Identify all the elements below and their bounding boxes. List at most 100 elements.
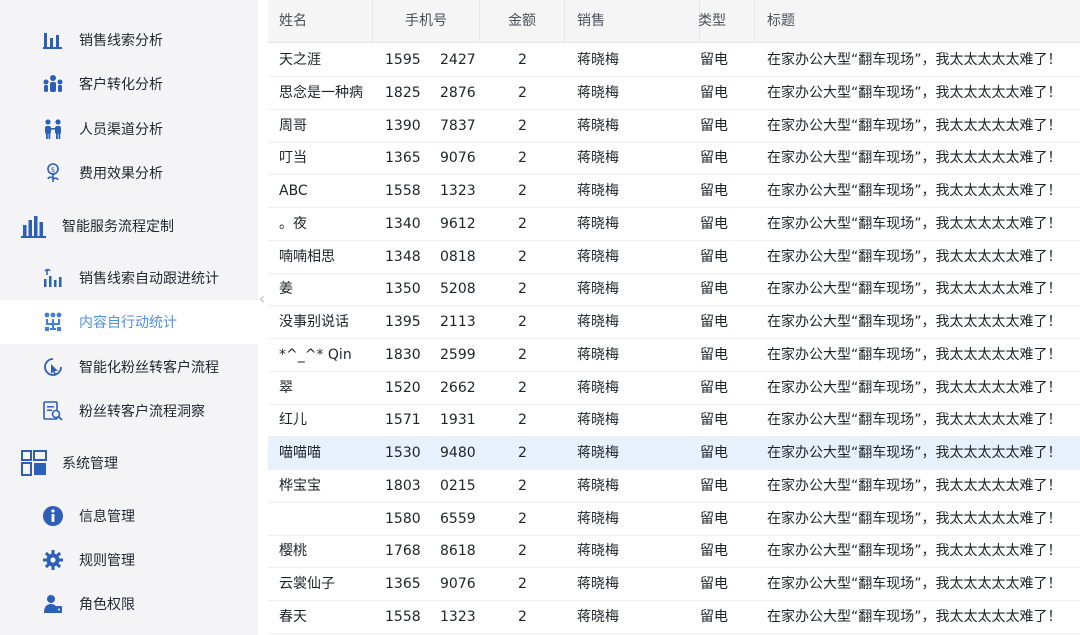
cell-phone-prefix: 1768	[385, 543, 421, 560]
sidebar-item-4[interactable]: $ 费用效果分析	[0, 151, 258, 195]
cell-name: 没事别说话	[279, 314, 349, 330]
cell-title: 在家办公大型“翻车现场”，我太太太太太难了！	[767, 412, 1062, 429]
cell-sales: 蒋晓梅	[577, 445, 619, 461]
data-table: 姓名 手机号 金额 销售 类型 标题 天之涯 1595 2427 2 蒋晓梅 留电 在家办公…	[268, 0, 1080, 635]
cell-type: 留电	[700, 150, 728, 167]
collapse-sidebar-handle[interactable]: ‹	[256, 288, 268, 310]
grid-layout-icon	[20, 449, 48, 477]
cell-sales: 蒋晓梅	[577, 248, 619, 265]
cell-amount: 2	[518, 183, 527, 199]
table-row[interactable]: 春天 1558 1323 2 蒋晓梅 留电 在家办公大型“翻车现场”，我太太太太太难了！	[268, 601, 1080, 634]
sidebar-item-7[interactable]: 内容自行动统计	[0, 300, 258, 344]
sidebar-item-1[interactable]: 销售线索分析	[0, 18, 258, 62]
table-row[interactable]: 喵喵喵 1530 9480 2 蒋晓梅 留电 在家办公大型“翻车现场”，我太太太太太难了！	[268, 437, 1080, 470]
sidebar-item-label: 费用效果分析	[79, 166, 163, 182]
sidebar-item-label: 智能服务流程定制	[62, 219, 174, 235]
people-pair-icon	[42, 118, 64, 140]
cell-name: ABC	[279, 183, 308, 199]
cell-name: *^_^* Qin	[279, 346, 352, 363]
user-role-icon	[42, 593, 64, 615]
table-row[interactable]: 1580 6559 2 蒋晓梅 留电 在家办公大型“翻车现场”，我太太太太太难了！	[268, 503, 1080, 536]
cell-type: 留电	[700, 445, 728, 461]
cell-amount: 2	[518, 248, 527, 265]
cell-phone-suffix: 9612	[440, 215, 476, 232]
money-plant-icon: $	[42, 162, 64, 184]
cell-phone-suffix: 1931	[440, 412, 476, 429]
sidebar-item-11[interactable]: 信息管理	[0, 494, 258, 538]
sidebar-item-3[interactable]: 人员渠道分析	[0, 107, 258, 151]
column-header-amount[interactable]: 金额	[480, 0, 565, 43]
cell-title: 在家办公大型“翻车现场”，我太太太太太难了！	[767, 543, 1062, 560]
table-row[interactable]: 喃喃相思 1348 0818 2 蒋晓梅 留电 在家办公大型“翻车现场”，我太太太太太难了！	[268, 241, 1080, 274]
sidebar-item-13[interactable]: 角色权限	[0, 582, 258, 626]
sidebar-item-6[interactable]: 销售线索自动跟进统计	[0, 256, 258, 300]
cell-name: 云裳仙子	[279, 576, 335, 592]
sidebar-item-label: 智能化粉丝转客户流程	[79, 360, 219, 376]
sidebar-item-10[interactable]: 系统管理	[0, 441, 258, 485]
cell-title: 在家办公大型“翻车现场”，我太太太太太难了！	[767, 84, 1062, 101]
cell-phone-suffix: 1323	[440, 183, 476, 199]
cell-title: 在家办公大型“翻车现场”，我太太太太太难了！	[767, 215, 1062, 232]
sidebar-item-label: 规则管理	[79, 553, 135, 569]
cell-phone-prefix: 1558	[385, 608, 421, 625]
sidebar-item-2[interactable]: 客户转化分析	[0, 62, 258, 106]
table-row[interactable]: 。夜 1340 9612 2 蒋晓梅 留电 在家办公大型“翻车现场”，我太太太太太难了！	[268, 208, 1080, 241]
cell-sales: 蒋晓梅	[577, 314, 619, 330]
cell-title: 在家办公大型“翻车现场”，我太太太太太难了！	[767, 477, 1062, 494]
table-row[interactable]: 思念是一种病 1825 2876 2 蒋晓梅 留电 在家办公大型“翻车现场”，我太太太太太难…	[268, 77, 1080, 110]
cell-type: 留电	[700, 576, 728, 592]
cell-phone-prefix: 1830	[385, 346, 421, 363]
cell-amount: 2	[518, 543, 527, 560]
sidebar-item-label: 粉丝转客户流程洞察	[79, 404, 205, 420]
table-row[interactable]: *^_^* Qin 1830 2599 2 蒋晓梅 留电 在家办公大型“翻车现场”，我太太太…	[268, 339, 1080, 372]
table-row[interactable]: 云裳仙子 1365 9076 2 蒋晓梅 留电 在家办公大型“翻车现场”，我太太太太太难了！	[268, 568, 1080, 601]
document-search-icon	[42, 400, 64, 422]
sidebar-item-label: 内容自行动统计	[79, 315, 177, 331]
column-header-type[interactable]: 类型	[670, 0, 755, 43]
cell-name: 喃喃相思	[279, 248, 335, 265]
cell-sales: 蒋晓梅	[577, 183, 619, 199]
cell-type: 留电	[700, 412, 728, 429]
sidebar-item-5[interactable]: 智能服务流程定制	[0, 204, 258, 248]
cell-amount: 2	[518, 510, 527, 527]
column-header-name[interactable]: 姓名	[268, 0, 373, 43]
cell-amount: 2	[518, 346, 527, 363]
table-row[interactable]: 天之涯 1595 2427 2 蒋晓梅 留电 在家办公大型“翻车现场”，我太太太太太难了！	[268, 44, 1080, 77]
cell-title: 在家办公大型“翻车现场”，我太太太太太难了！	[767, 281, 1062, 298]
table-row[interactable]: ABC 1558 1323 2 蒋晓梅 留电 在家办公大型“翻车现场”，我太太太太太难了！	[268, 175, 1080, 208]
sidebar-item-9[interactable]: 粉丝转客户流程洞察	[0, 389, 258, 433]
sidebar-item-8[interactable]: 智能化粉丝转客户流程	[0, 345, 258, 389]
table-row[interactable]: 红儿 1571 1931 2 蒋晓梅 留电 在家办公大型“翻车现场”，我太太太太太难了！	[268, 404, 1080, 438]
cell-sales: 蒋晓梅	[577, 379, 619, 396]
cell-type: 留电	[700, 608, 728, 625]
table-row[interactable]: 桦宝宝 1803 0215 2 蒋晓梅 留电 在家办公大型“翻车现场”，我太太太太太难了！	[268, 470, 1080, 503]
table-row[interactable]: 姜 1350 5208 2 蒋晓梅 留电 在家办公大型“翻车现场”，我太太太太太难了！	[268, 273, 1080, 307]
cell-title: 在家办公大型“翻车现场”，我太太太太太难了！	[767, 346, 1062, 363]
column-header-phone[interactable]: 手机号	[373, 0, 480, 43]
cell-phone-suffix: 9076	[440, 576, 476, 592]
cell-phone-prefix: 1365	[385, 150, 421, 167]
cell-sales: 蒋晓梅	[577, 510, 619, 527]
cell-phone-suffix: 2876	[440, 84, 476, 101]
cell-sales: 蒋晓梅	[577, 477, 619, 494]
table-row[interactable]: 樱桃 1768 8618 2 蒋晓梅 留电 在家办公大型“翻车现场”，我太太太太太难了！	[268, 535, 1080, 569]
cell-amount: 2	[518, 576, 527, 592]
table-row[interactable]: 叮当 1365 9076 2 蒋晓梅 留电 在家办公大型“翻车现场”，我太太太太太难了！	[268, 142, 1080, 176]
auto-followup-icon	[42, 267, 64, 289]
cell-phone-suffix: 2113	[440, 314, 476, 330]
cell-name: 喵喵喵	[279, 445, 321, 461]
sidebar-item-12[interactable]: 规则管理	[0, 538, 258, 582]
cell-type: 留电	[700, 52, 728, 68]
cell-name: 天之涯	[279, 52, 321, 68]
cell-type: 留电	[700, 477, 728, 494]
cell-amount: 2	[518, 379, 527, 396]
cell-phone-prefix: 1825	[385, 84, 421, 101]
cell-name: 叮当	[279, 150, 307, 167]
cell-title: 在家办公大型“翻车现场”，我太太太太太难了！	[767, 248, 1062, 265]
cell-amount: 2	[518, 608, 527, 625]
column-header-title[interactable]: 标题	[755, 0, 1080, 43]
table-row[interactable]: 周哥 1390 7837 2 蒋晓梅 留电 在家办公大型“翻车现场”，我太太太太太难了！	[268, 110, 1080, 143]
table-row[interactable]: 翠 1520 2662 2 蒋晓梅 留电 在家办公大型“翻车现场”，我太太太太太难了！	[268, 372, 1080, 405]
cell-phone-prefix: 1340	[385, 215, 421, 232]
table-row[interactable]: 没事别说话 1395 2113 2 蒋晓梅 留电 在家办公大型“翻车现场”，我太太太太太难了…	[268, 306, 1080, 339]
